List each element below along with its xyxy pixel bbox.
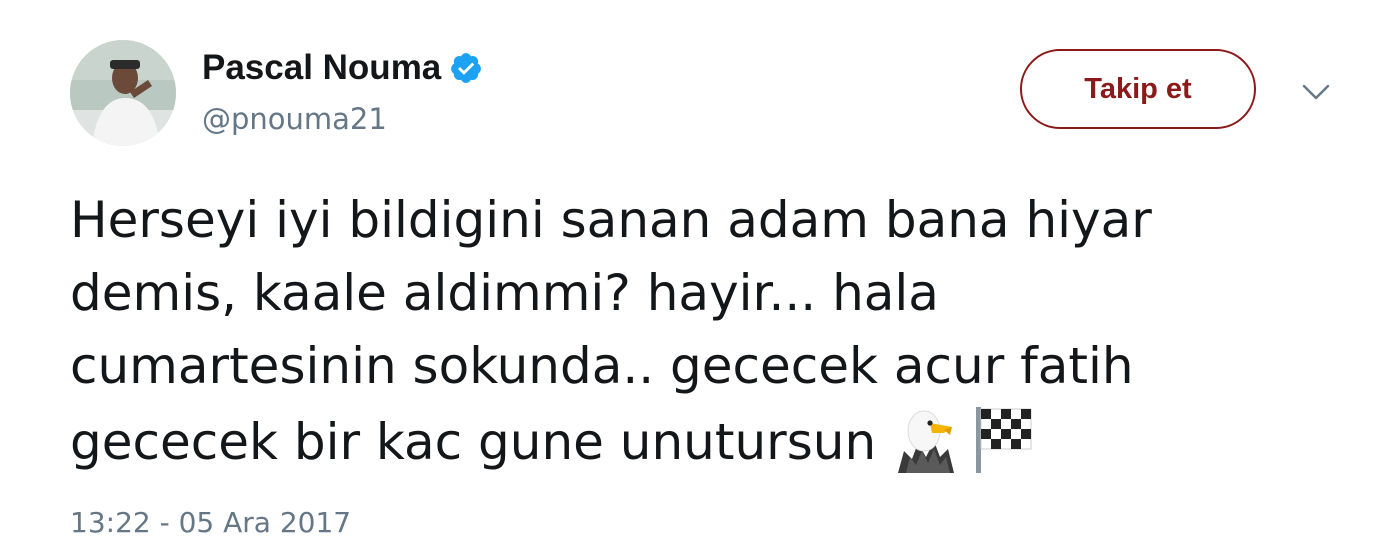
follow-button-label: Takip et — [1084, 72, 1192, 105]
tweet-card: Pascal Nouma @pnouma21 Takip et Herseyi … — [0, 0, 1395, 555]
follow-button[interactable]: Takip et — [1020, 49, 1256, 129]
tweet-text-line: cumartesinin sokunda.. gececek acur fati… — [70, 337, 1134, 395]
display-name[interactable]: Pascal Nouma — [202, 46, 441, 90]
tweet-timestamp[interactable]: 13:22 - 05 Ara 2017 — [70, 503, 351, 543]
user-handle[interactable]: @pnouma21 — [202, 99, 387, 139]
avatar[interactable] — [70, 40, 176, 146]
checkered-flag-emoji-icon — [972, 403, 1036, 473]
tweet-text: Herseyi iyi bildigini sanan adam bana hi… — [70, 184, 1320, 493]
chevron-down-icon[interactable] — [1298, 74, 1334, 110]
author-name-row: Pascal Nouma — [202, 46, 483, 90]
emoji-group — [894, 403, 1050, 493]
avatar-photo — [70, 40, 176, 146]
eagle-emoji-icon — [894, 403, 958, 473]
tweet-text-line: demis, kaale aldimmi? hayir... hala — [70, 264, 939, 322]
verified-badge-icon — [449, 51, 483, 85]
tweet-text-line: Herseyi iyi bildigini sanan adam bana hi… — [70, 191, 1152, 249]
tweet-text-line: gececek bir kac gune unutursun — [70, 403, 1320, 493]
tweet-text-line-content: gececek bir kac gune unutursun — [70, 413, 877, 471]
